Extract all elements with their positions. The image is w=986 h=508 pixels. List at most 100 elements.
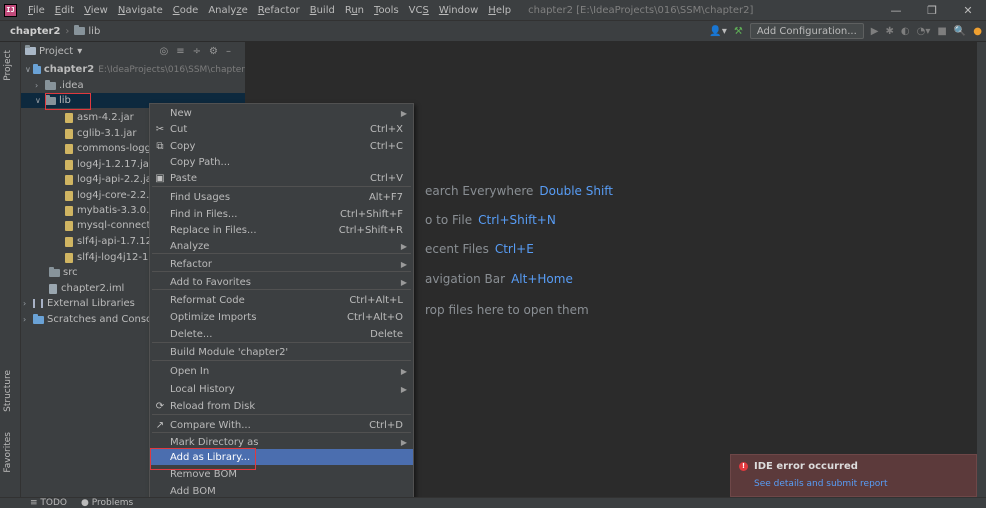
hint-shortcut: Ctrl+Shift+N bbox=[478, 213, 556, 227]
tree-item-label: commons-logg bbox=[77, 143, 151, 154]
breadcrumb-project[interactable]: chapter2 bbox=[10, 26, 60, 37]
context-menu-item[interactable]: ↗ Compare With... Ctrl+D bbox=[150, 417, 413, 433]
intellij-logo-icon[interactable]: IJ bbox=[4, 3, 17, 17]
favorites-tool-tab[interactable]: Favorites bbox=[3, 432, 13, 473]
problems-tab[interactable]: ● Problems bbox=[81, 498, 133, 508]
error-title: IDE error occurred bbox=[754, 461, 858, 472]
menu-item-shortcut: Ctrl+X bbox=[369, 123, 403, 135]
breadcrumb-folder[interactable]: lib bbox=[88, 26, 100, 37]
context-menu-item[interactable]: Optimize Imports Ctrl+Alt+O bbox=[150, 309, 413, 325]
context-menu-item[interactable]: Build Module 'chapter2' bbox=[150, 344, 413, 360]
stop-icon[interactable]: ■ bbox=[937, 26, 946, 37]
context-menu-item[interactable]: Analyze ▶ bbox=[150, 238, 413, 254]
run-icon[interactable]: ▶ bbox=[871, 26, 879, 37]
coverage-icon[interactable]: ◐ bbox=[901, 26, 910, 37]
menu-item-label: Reformat Code bbox=[170, 294, 245, 306]
menu-item-label: Copy bbox=[170, 140, 196, 152]
chevron-down-icon[interactable]: ∨ bbox=[25, 65, 33, 74]
search-icon[interactable]: 🔍 bbox=[954, 26, 966, 37]
menu-item-label: Compare With... bbox=[170, 419, 251, 431]
chevron-down-icon[interactable]: ▾ bbox=[77, 46, 82, 57]
context-menu-item[interactable]: Replace in Files... Ctrl+Shift+R bbox=[150, 222, 413, 238]
jar-icon bbox=[65, 220, 73, 231]
update-icon[interactable]: ● bbox=[973, 26, 982, 37]
project-tool-tab[interactable]: Project bbox=[3, 50, 13, 81]
menu-items: File Edit View Navigate Code Analyze Refactor B… bbox=[23, 5, 516, 16]
menu-item-shortcut: Ctrl+Alt+L bbox=[349, 294, 403, 306]
submenu-arrow-icon: ▶ bbox=[400, 108, 407, 118]
debug-icon[interactable]: ✱ bbox=[885, 26, 893, 37]
menu-item[interactable]: Navigate bbox=[113, 5, 168, 16]
maximize-button[interactable]: ❐ bbox=[914, 4, 950, 17]
menu-item-label: Build Module 'chapter2' bbox=[170, 346, 289, 358]
context-menu-item[interactable]: Copy Path... bbox=[150, 154, 413, 170]
menu-item[interactable]: View bbox=[79, 5, 113, 16]
add-configuration-button[interactable]: Add Configuration... bbox=[749, 23, 864, 39]
menu-item[interactable]: Build bbox=[305, 5, 340, 16]
chevron-right-icon[interactable]: › bbox=[23, 315, 33, 324]
menu-separator bbox=[152, 414, 411, 415]
context-menu-item[interactable]: ▣ Paste Ctrl+V bbox=[150, 170, 413, 186]
menu-item[interactable]: Tools bbox=[369, 5, 404, 16]
context-menu-item[interactable]: Refactor ▶ bbox=[150, 256, 413, 272]
tree-item[interactable]: › .idea bbox=[21, 78, 245, 93]
menu-item[interactable]: Code bbox=[168, 5, 204, 16]
menu-item[interactable]: Window bbox=[434, 5, 483, 16]
context-menu-item[interactable]: Open In ▶ bbox=[150, 363, 413, 379]
menu-separator bbox=[152, 360, 411, 361]
context-menu-item[interactable]: Find Usages Alt+F7 bbox=[150, 189, 413, 205]
jar-icon bbox=[65, 252, 73, 263]
breadcrumb: chapter2 › lib bbox=[0, 25, 100, 37]
context-menu-item[interactable]: ✂ Cut Ctrl+X bbox=[150, 121, 413, 137]
menu-item-shortcut: Delete bbox=[370, 328, 403, 340]
error-details-link[interactable]: See details and submit report bbox=[754, 479, 888, 489]
hint-text: o to File bbox=[425, 213, 473, 227]
submenu-arrow-icon: ▶ bbox=[400, 437, 407, 447]
menu-item[interactable]: Run bbox=[340, 5, 369, 16]
chevron-right-icon[interactable]: › bbox=[23, 299, 33, 308]
chevron-down-icon[interactable]: ∨ bbox=[35, 96, 45, 105]
submenu-arrow-icon: ▶ bbox=[400, 384, 407, 394]
menu-item-label: Replace in Files... bbox=[170, 224, 257, 236]
todo-tab[interactable]: ≡ TODO bbox=[30, 498, 67, 508]
folder-icon bbox=[49, 266, 60, 277]
list-icon: ≡ bbox=[30, 498, 41, 508]
menu-item[interactable]: File bbox=[23, 5, 50, 16]
menu-item-label: Reload from Disk bbox=[170, 400, 256, 412]
tree-item[interactable]: ∨ chapter2 E:\IdeaProjects\016\SSM\chapter bbox=[21, 62, 245, 77]
close-button[interactable]: ✕ bbox=[950, 4, 986, 17]
context-menu-item[interactable]: Local History ▶ bbox=[150, 381, 413, 397]
menu-item[interactable]: VCS bbox=[404, 5, 434, 16]
hint-text: earch Everywhere bbox=[425, 184, 534, 198]
tree-item-label: log4j-core-2.2.j bbox=[77, 190, 153, 201]
panel-actions-icons[interactable]: ◎≡÷⚙– bbox=[160, 46, 239, 57]
tree-item-label: mysql-connecto bbox=[77, 220, 157, 231]
menu-item-shortcut: Ctrl+Alt+O bbox=[347, 311, 403, 323]
status-bar: ≡ TODO ● Problems bbox=[0, 497, 986, 508]
problems-icon: ● bbox=[81, 498, 92, 508]
build-hammer-icon[interactable]: ⚒ bbox=[734, 26, 743, 37]
jar-icon bbox=[65, 174, 73, 185]
context-menu-item[interactable]: ⟳ Reload from Disk bbox=[150, 398, 413, 414]
project-view-icon bbox=[25, 45, 36, 55]
menu-item[interactable]: Analyze bbox=[203, 5, 252, 16]
menu-item[interactable]: Edit bbox=[50, 5, 79, 16]
minimize-button[interactable]: — bbox=[878, 4, 914, 17]
chevron-right-icon[interactable]: › bbox=[35, 81, 45, 90]
context-menu-item[interactable]: Add to Favorites ▶ bbox=[150, 274, 413, 290]
context-menu-item[interactable]: Find in Files... Ctrl+Shift+F bbox=[150, 206, 413, 222]
profile-icon[interactable]: ◔▾ bbox=[917, 26, 931, 37]
menu-item[interactable]: Refactor bbox=[253, 5, 305, 16]
context-menu-item[interactable]: Reformat Code Ctrl+Alt+L bbox=[150, 292, 413, 308]
context-menu-item[interactable]: Delete... Delete bbox=[150, 326, 413, 342]
menu-item[interactable]: Help bbox=[483, 5, 516, 16]
structure-tool-tab[interactable]: Structure bbox=[3, 370, 13, 412]
right-tool-strip bbox=[977, 42, 986, 497]
tree-item-label: src bbox=[63, 267, 78, 278]
context-menu-item[interactable]: New ▶ bbox=[150, 105, 413, 121]
user-icon[interactable]: 👤▾ bbox=[709, 26, 726, 37]
menu-item-label: Delete... bbox=[170, 328, 213, 340]
project-view-selector[interactable]: Project bbox=[39, 46, 73, 57]
context-menu-item[interactable]: ⧉ Copy Ctrl+C bbox=[150, 138, 413, 154]
problems-label: Problems bbox=[91, 498, 134, 508]
